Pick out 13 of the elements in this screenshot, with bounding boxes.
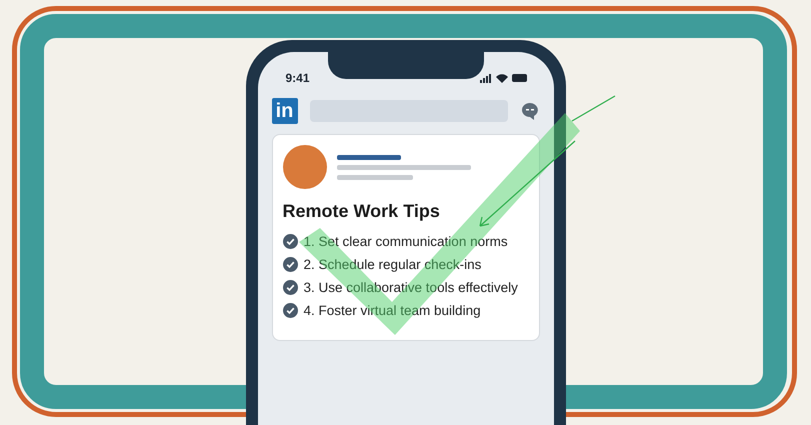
tip-text: 1. Set clear communication norms <box>304 234 508 249</box>
status-time: 9:41 <box>286 71 310 85</box>
name-placeholder <box>336 154 400 160</box>
tip-text: 4. Foster virtual team building <box>304 303 481 318</box>
tip-text: 2. Schedule regular check-ins <box>304 257 482 272</box>
chat-bubble-icon[interactable] <box>520 101 540 121</box>
battery-icon <box>512 74 528 82</box>
tip-text: 3. Use collaborative tools effectively <box>304 280 518 295</box>
post-title: Remote Work Tips <box>282 201 441 222</box>
signal-icon <box>480 74 492 82</box>
wifi-icon <box>496 74 508 82</box>
app-logo: in <box>272 98 298 124</box>
avatar <box>282 145 326 189</box>
